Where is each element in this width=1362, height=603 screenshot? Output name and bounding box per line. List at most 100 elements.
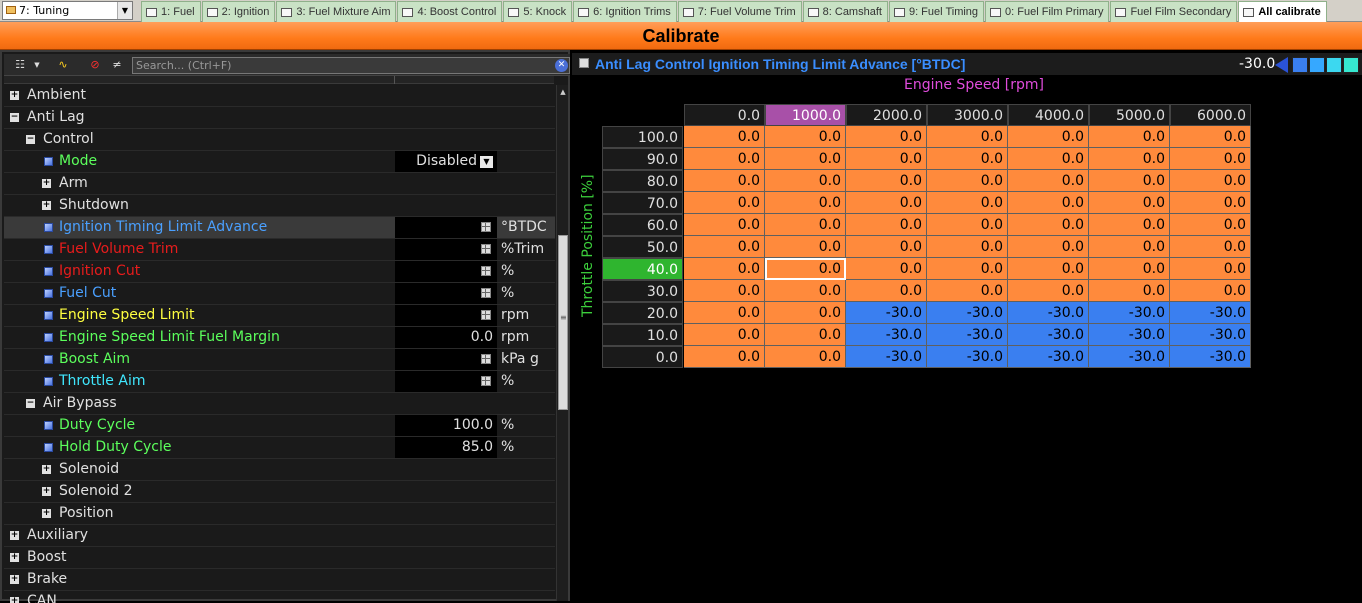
table-cell[interactable]: -30.0 bbox=[1170, 302, 1251, 324]
table-cell[interactable]: 0.0 bbox=[765, 170, 846, 192]
tab-10[interactable]: Fuel Film Secondary bbox=[1110, 1, 1238, 22]
expand-icon[interactable]: + bbox=[42, 509, 51, 518]
collapse-icon[interactable]: − bbox=[26, 135, 35, 144]
table-cell[interactable]: 0.0 bbox=[1089, 192, 1170, 214]
scroll-up-icon[interactable]: ▲ bbox=[557, 85, 569, 99]
parameter-value[interactable] bbox=[395, 349, 497, 370]
table-icon[interactable] bbox=[481, 310, 491, 320]
tree-item[interactable]: Engine Speed Limit rpm bbox=[4, 305, 555, 327]
table-cell[interactable]: 0.0 bbox=[1089, 148, 1170, 170]
table-cell[interactable]: 0.0 bbox=[1170, 214, 1251, 236]
tree-item[interactable]: Ignition Timing Limit Advance °BTDC bbox=[4, 217, 555, 239]
tab-4[interactable]: 5: Knock bbox=[503, 1, 573, 22]
table-icon[interactable] bbox=[481, 354, 491, 364]
tree-item[interactable]: − Air Bypass bbox=[4, 393, 555, 415]
table-cell[interactable]: 0.0 bbox=[684, 280, 765, 302]
tab-5[interactable]: 6: Ignition Trims bbox=[573, 1, 677, 22]
tree-view-icon[interactable]: ☷ bbox=[10, 57, 30, 73]
table-cell[interactable]: 0.0 bbox=[846, 236, 927, 258]
table-cell[interactable]: -30.0 bbox=[1170, 346, 1251, 368]
tree-item[interactable]: + Position bbox=[4, 503, 555, 525]
table-cell[interactable]: 0.0 bbox=[1008, 170, 1089, 192]
table-cell[interactable]: 0.0 bbox=[684, 170, 765, 192]
table-icon[interactable] bbox=[481, 222, 491, 232]
expand-icon[interactable]: + bbox=[10, 597, 19, 603]
chevron-down-icon[interactable]: ▼ bbox=[117, 2, 132, 19]
table-cell[interactable]: -30.0 bbox=[1089, 302, 1170, 324]
table-cell[interactable]: 0.0 bbox=[846, 258, 927, 280]
expand-icon[interactable]: + bbox=[42, 179, 51, 188]
tree-item[interactable]: Hold Duty Cycle 85.0% bbox=[4, 437, 555, 459]
table-cell[interactable]: 0.0 bbox=[765, 148, 846, 170]
table-cell[interactable]: 0.0 bbox=[1089, 126, 1170, 148]
tab-1[interactable]: 2: Ignition bbox=[201, 1, 276, 22]
column-header-cell[interactable]: 6000.0 bbox=[1170, 104, 1251, 126]
parameter-value[interactable] bbox=[395, 283, 497, 304]
tree-item[interactable]: + Arm bbox=[4, 173, 555, 195]
row-header-cell[interactable]: 30.0 bbox=[602, 280, 683, 302]
table-cell[interactable]: 0.0 bbox=[927, 192, 1008, 214]
table-cell[interactable]: 0.0 bbox=[684, 258, 765, 280]
table-cell[interactable]: 0.0 bbox=[1008, 148, 1089, 170]
tree-item[interactable]: Ignition Cut% bbox=[4, 261, 555, 283]
row-header-cell[interactable]: 10.0 bbox=[602, 324, 683, 346]
tab-11[interactable]: All calibrate bbox=[1238, 1, 1327, 22]
parameter-value[interactable] bbox=[395, 217, 497, 238]
table-cell[interactable]: 0.0 bbox=[765, 280, 846, 302]
table-cell[interactable]: 0.0 bbox=[927, 170, 1008, 192]
expand-icon[interactable]: + bbox=[10, 531, 19, 540]
table-cell[interactable]: 0.0 bbox=[927, 126, 1008, 148]
table-cell[interactable]: 0.0 bbox=[846, 192, 927, 214]
table-cell[interactable]: 0.0 bbox=[684, 302, 765, 324]
table-cell[interactable]: 0.0 bbox=[684, 324, 765, 346]
tree-item[interactable]: + CAN bbox=[4, 591, 555, 603]
table-cell[interactable]: 0.0 bbox=[1008, 258, 1089, 280]
collapse-icon[interactable]: − bbox=[10, 113, 19, 122]
tab-2[interactable]: 3: Fuel Mixture Aim bbox=[276, 1, 397, 22]
no-filter-icon[interactable]: ⊘ bbox=[86, 57, 104, 73]
table-cell[interactable]: 0.0 bbox=[1089, 258, 1170, 280]
search-input[interactable]: Search... (Ctrl+F) ✕ bbox=[132, 57, 570, 74]
table-cell[interactable]: 0.0 bbox=[684, 236, 765, 258]
column-header-cell[interactable]: 5000.0 bbox=[1089, 104, 1170, 126]
row-header-cell[interactable]: 50.0 bbox=[602, 236, 683, 258]
table-cell[interactable]: 0.0 bbox=[927, 258, 1008, 280]
tree-item[interactable]: Engine Speed Limit Fuel Margin 0.0 rpm bbox=[4, 327, 555, 349]
row-header-cell[interactable]: 100.0 bbox=[602, 126, 683, 148]
table-cell[interactable]: 0.0 bbox=[1170, 280, 1251, 302]
row-header-cell[interactable]: 90.0 bbox=[602, 148, 683, 170]
tab-3[interactable]: 4: Boost Control bbox=[397, 1, 503, 22]
tree-item[interactable]: + Shutdown bbox=[4, 195, 555, 217]
table-icon[interactable] bbox=[481, 244, 491, 254]
table-cell[interactable]: 0.0 bbox=[684, 346, 765, 368]
table-cell[interactable]: -30.0 bbox=[1008, 346, 1089, 368]
table-cell[interactable]: 0.0 bbox=[765, 258, 846, 280]
table-cell[interactable]: -30.0 bbox=[927, 346, 1008, 368]
tab-9[interactable]: 0: Fuel Film Primary bbox=[985, 1, 1110, 22]
tree-item[interactable]: + Auxiliary bbox=[4, 525, 555, 547]
parameter-value[interactable] bbox=[395, 261, 497, 282]
collapse-icon[interactable]: − bbox=[26, 399, 35, 408]
table-cell[interactable]: 0.0 bbox=[1170, 258, 1251, 280]
table-cell[interactable]: 0.0 bbox=[765, 126, 846, 148]
tree-item[interactable]: − Control bbox=[4, 129, 555, 151]
parameter-value[interactable] bbox=[395, 239, 497, 260]
tab-6[interactable]: 7: Fuel Volume Trim bbox=[677, 1, 802, 22]
tree-item[interactable]: Duty Cycle 100.0% bbox=[4, 415, 555, 437]
tree-item[interactable]: Mode Disabled ▼ bbox=[4, 151, 555, 173]
table-cell[interactable]: 0.0 bbox=[846, 126, 927, 148]
table-cell[interactable]: 0.0 bbox=[765, 346, 846, 368]
row-header-cell[interactable]: 20.0 bbox=[602, 302, 683, 324]
table-cell[interactable]: 0.0 bbox=[1170, 236, 1251, 258]
chevron-down-icon[interactable]: ▼ bbox=[480, 156, 493, 168]
tab-8[interactable]: 9: Fuel Timing bbox=[888, 1, 985, 22]
table-cell[interactable]: 0.0 bbox=[765, 236, 846, 258]
table-cell[interactable]: 0.0 bbox=[1008, 192, 1089, 214]
table-cell[interactable]: -30.0 bbox=[1089, 324, 1170, 346]
wave-filter-icon[interactable]: ∿ bbox=[54, 57, 72, 73]
workspace-select[interactable]: 7: Tuning ▼ bbox=[2, 1, 133, 20]
table-cell[interactable]: -30.0 bbox=[846, 302, 927, 324]
parameter-value[interactable] bbox=[395, 371, 497, 392]
table-icon[interactable] bbox=[481, 266, 491, 276]
tree-item[interactable]: + Ambient bbox=[4, 85, 555, 107]
